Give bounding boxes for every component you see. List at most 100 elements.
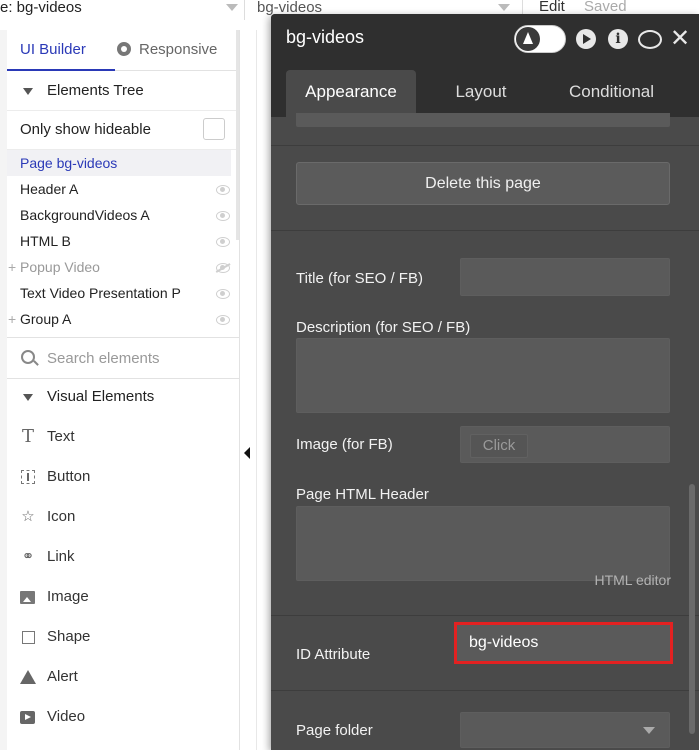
element-item-label: Video <box>47 708 86 725</box>
only-show-hideable-checkbox[interactable] <box>203 118 225 140</box>
element-item-shape[interactable]: Shape <box>7 617 239 657</box>
page-dropdown-chevron-icon[interactable] <box>226 4 238 11</box>
editor-title: bg-videos <box>286 27 365 47</box>
id-attribute-input[interactable]: bg-videos <box>454 622 673 664</box>
only-show-hideable-row: Only show hideable <box>7 110 239 150</box>
page-selector-chevron-icon[interactable] <box>498 4 510 11</box>
left-panel-tabs: UI Builder Responsive <box>7 30 239 71</box>
eye-icon[interactable] <box>216 289 230 299</box>
tree-item[interactable]: HTML B <box>7 228 231 254</box>
chevron-down-icon <box>643 727 655 734</box>
search-input[interactable] <box>45 346 229 370</box>
delete-page-button[interactable]: Delete this page <box>296 162 670 205</box>
tab-responsive[interactable]: Responsive <box>117 30 217 69</box>
eye-icon[interactable] <box>216 185 230 195</box>
section-divider <box>271 615 699 616</box>
editor-tabs: Appearance Layout Conditional <box>271 64 699 117</box>
element-item-label: Image <box>47 588 89 605</box>
editor-scrollbar[interactable] <box>689 484 695 734</box>
expand-plus-icon[interactable]: + <box>8 254 16 280</box>
elements-tree-title: Elements Tree <box>47 82 144 99</box>
left-panel: UI Builder Responsive Elements Tree Only… <box>7 30 240 750</box>
description-seo-label: Description (for SEO / FB) <box>296 319 471 336</box>
text-icon: T <box>21 426 34 447</box>
image-fb-uploader[interactable]: Click <box>460 426 670 463</box>
tree-item-label: Header A <box>20 181 79 197</box>
page-folder-label: Page folder <box>296 722 373 739</box>
expand-plus-icon[interactable]: + <box>8 306 16 332</box>
button-icon <box>21 470 35 484</box>
eye-icon[interactable] <box>216 211 230 221</box>
editor-header: bg-videos i ✕ <box>271 14 699 64</box>
comment-icon[interactable] <box>638 30 662 49</box>
tree-item[interactable]: + Group A <box>7 306 231 332</box>
tab-responsive-label: Responsive <box>139 41 218 58</box>
search-icon <box>21 350 35 364</box>
tree-item-label: Group A <box>20 311 72 327</box>
tab-ui-builder[interactable]: UI Builder <box>7 30 115 71</box>
element-item-text[interactable]: T Text <box>7 417 239 457</box>
search-bar <box>7 337 239 379</box>
element-item-alert[interactable]: Alert <box>7 657 239 697</box>
test-mode-toggle[interactable] <box>514 25 566 53</box>
page-dropdown[interactable]: e: bg-videos <box>0 0 240 22</box>
preview-play-icon[interactable] <box>576 29 596 49</box>
title-seo-label: Title (for SEO / FB) <box>296 270 423 287</box>
tree-item[interactable]: + Popup Video <box>7 254 231 280</box>
tree-item[interactable]: BackgroundVideos A <box>7 202 231 228</box>
elements-tree-header[interactable]: Elements Tree <box>7 71 239 111</box>
description-seo-textarea[interactable] <box>296 338 670 413</box>
section-divider <box>271 690 699 691</box>
collapse-panel-arrow-icon[interactable] <box>244 447 250 459</box>
page-dropdown-label: e: bg-videos <box>0 0 82 16</box>
image-upload-button[interactable]: Click <box>470 434 528 458</box>
element-item-video[interactable]: Video <box>7 697 239 737</box>
page-folder-select[interactable] <box>460 712 670 748</box>
tree-item[interactable]: Page bg-videos <box>7 150 231 176</box>
eye-slash-icon[interactable] <box>216 263 230 273</box>
eye-icon[interactable] <box>216 237 230 247</box>
element-item-icon[interactable]: ☆ Icon <box>7 497 239 537</box>
tree-item[interactable]: Text Video Presentation P <box>7 280 231 306</box>
title-seo-input[interactable] <box>460 258 670 296</box>
shape-icon <box>22 631 35 644</box>
toggle-knob <box>516 27 540 51</box>
section-divider <box>271 145 699 146</box>
link-icon: ⚭ <box>21 548 35 565</box>
canvas-divider <box>256 30 257 750</box>
info-icon[interactable]: i <box>608 29 628 49</box>
caret-down-icon <box>23 88 33 95</box>
element-item-image[interactable]: Image <box>7 577 239 617</box>
property-editor: bg-videos i ✕ Appearance Layout Conditio… <box>271 14 699 750</box>
tree-item-label: BackgroundVideos A <box>20 207 150 223</box>
tab-layout[interactable]: Layout <box>421 70 541 117</box>
alert-icon <box>20 670 36 684</box>
page-html-header-label: Page HTML Header <box>296 486 429 503</box>
element-item-link[interactable]: ⚭ Link <box>7 537 239 577</box>
close-icon[interactable]: ✕ <box>670 27 690 51</box>
partial-input[interactable] <box>296 113 670 127</box>
page-html-header-textarea[interactable] <box>296 506 670 581</box>
id-attribute-label: ID Attribute <box>296 646 371 663</box>
visual-elements-header[interactable]: Visual Elements <box>7 377 239 417</box>
responsive-icon <box>117 42 131 56</box>
video-icon <box>20 711 35 724</box>
element-item-button[interactable]: Button <box>7 457 239 497</box>
tree-item-label: HTML B <box>20 233 71 249</box>
element-item-label: Text <box>47 428 75 445</box>
image-icon <box>20 591 35 604</box>
element-item-label: Shape <box>47 628 91 645</box>
flask-icon <box>523 32 533 44</box>
tree-item-label: Popup Video <box>20 259 100 275</box>
html-editor-link[interactable]: HTML editor <box>594 572 671 588</box>
tree-item-label: Page bg-videos <box>20 155 118 171</box>
image-fb-label: Image (for FB) <box>296 436 393 453</box>
element-item-label: Icon <box>47 508 76 525</box>
tab-appearance[interactable]: Appearance <box>286 70 416 117</box>
element-item-label: Button <box>47 468 91 485</box>
eye-icon[interactable] <box>216 315 230 325</box>
tab-conditional[interactable]: Conditional <box>549 70 674 117</box>
visual-elements-title: Visual Elements <box>47 388 155 405</box>
tree-item[interactable]: Header A <box>7 176 231 202</box>
star-icon: ☆ <box>21 508 35 525</box>
